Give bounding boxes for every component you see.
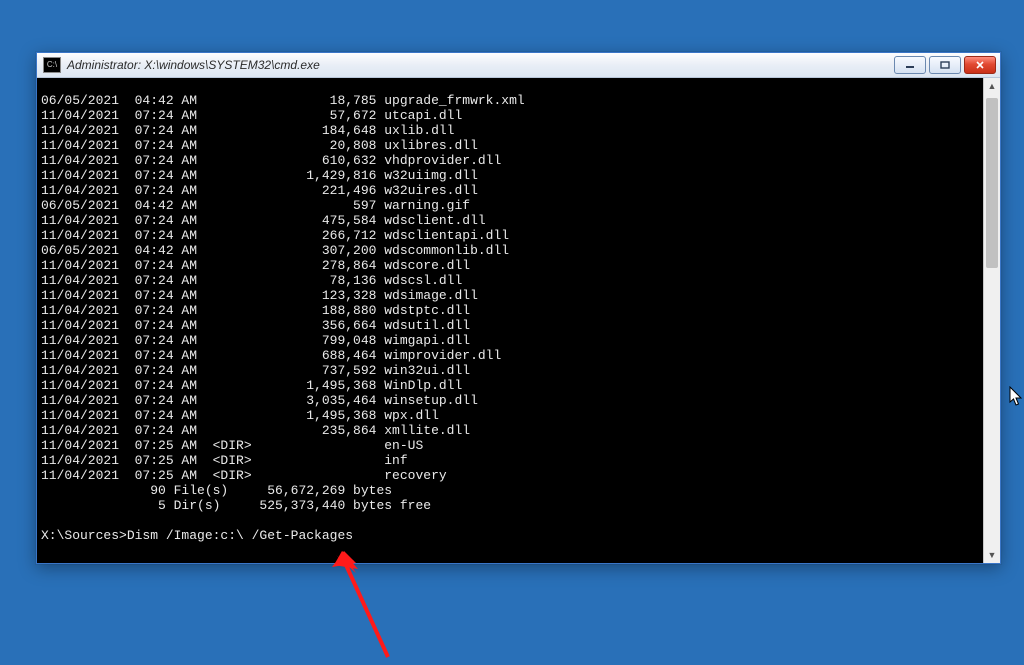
cmd-icon: C:\ [43, 57, 61, 73]
window-buttons [894, 56, 1000, 74]
minimize-button[interactable] [894, 56, 926, 74]
annotation-arrow-icon [326, 547, 416, 665]
scrollbar[interactable]: ▲ ▼ [983, 78, 1000, 563]
mouse-cursor-icon [1009, 386, 1024, 408]
scroll-down-icon[interactable]: ▼ [984, 547, 1000, 563]
titlebar[interactable]: C:\ Administrator: X:\windows\SYSTEM32\c… [37, 53, 1000, 78]
maximize-button[interactable] [929, 56, 961, 74]
terminal-output[interactable]: 06/05/2021 04:42 AM 18,785 upgrade_frmwr… [37, 91, 983, 550]
window-title: Administrator: X:\windows\SYSTEM32\cmd.e… [67, 58, 320, 72]
scrollbar-track[interactable] [984, 94, 1000, 547]
cmd-window: C:\ Administrator: X:\windows\SYSTEM32\c… [36, 52, 1001, 564]
scrollbar-thumb[interactable] [986, 98, 998, 268]
scroll-up-icon[interactable]: ▲ [984, 78, 1000, 94]
close-button[interactable] [964, 56, 996, 74]
